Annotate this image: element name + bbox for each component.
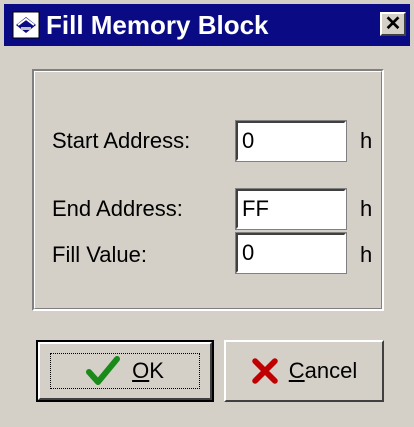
cancel-button[interactable]: Cancel [224,340,384,402]
cancel-button-label: Cancel [288,358,358,383]
start-address-input[interactable] [235,120,347,162]
end-address-label: End Address: [52,196,183,221]
end-address-unit: h [360,196,373,221]
cross-icon [251,358,278,384]
start-address-unit: h [360,128,373,153]
close-icon: ✕ [384,13,402,35]
fill-value-unit: h [360,242,373,267]
fill-memory-block-dialog: Fill Memory Block ✕ Start Address: h End… [0,0,414,427]
start-address-label: Start Address: [52,128,191,153]
end-address-input[interactable] [235,188,347,230]
memory-fill-icon [12,11,40,39]
ok-button[interactable]: OK [36,340,214,402]
focus-rectangle [50,353,200,389]
fill-value-label: Fill Value: [52,242,147,267]
window-title: Fill Memory Block [46,10,269,40]
address-groupbox: Start Address: h End Address: h Fill Val… [32,69,384,311]
title-bar[interactable]: Fill Memory Block ✕ [4,4,410,46]
fill-value-input[interactable] [235,232,347,274]
close-button[interactable]: ✕ [380,12,406,36]
